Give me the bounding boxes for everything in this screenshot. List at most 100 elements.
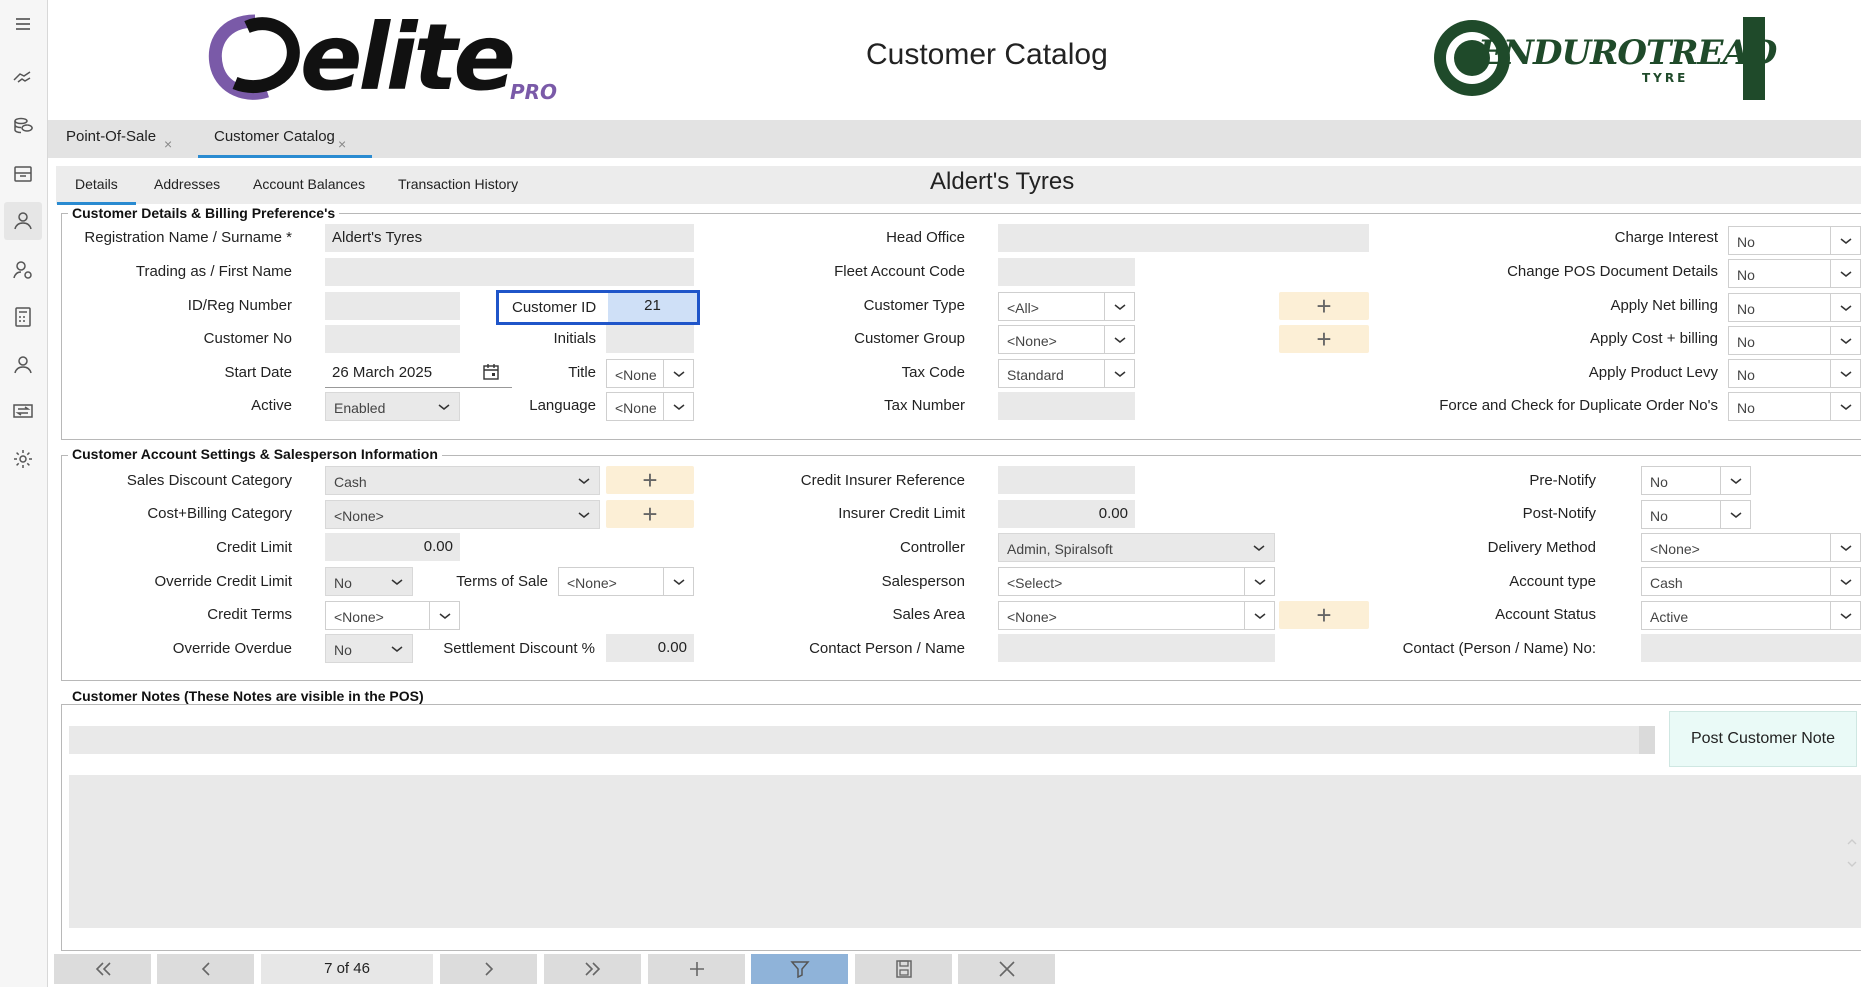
page-title: Customer Catalog — [866, 38, 1108, 71]
customer-group-select[interactable]: <None> — [998, 325, 1135, 354]
charge-interest-select[interactable]: No — [1728, 226, 1861, 255]
add-record-button[interactable] — [648, 954, 745, 984]
tab-customer-catalog[interactable]: Customer Catalog × — [198, 120, 372, 158]
filter-button[interactable] — [751, 954, 848, 984]
tab-point-of-sale[interactable]: Point-Of-Sale × — [48, 120, 194, 158]
tab-details[interactable]: Details — [57, 176, 136, 205]
settlement-discount-field[interactable]: 0.00 — [606, 634, 694, 662]
cancel-record-button[interactable] — [958, 954, 1055, 984]
start-date-picker[interactable]: 26 March 2025 — [325, 359, 512, 388]
note-input[interactable] — [69, 726, 1655, 754]
delivery-method-select[interactable]: <None> — [1641, 533, 1861, 562]
customer-icon[interactable] — [4, 202, 42, 240]
language-label: Language — [529, 397, 596, 414]
settings-gear-icon[interactable] — [10, 446, 36, 472]
user-search-icon[interactable] — [10, 257, 36, 283]
tax-code-select[interactable]: Standard — [998, 359, 1135, 388]
transfer-icon[interactable] — [10, 398, 36, 424]
cost-billing-select[interactable]: <None> — [325, 500, 600, 529]
elite-swirl-icon — [208, 14, 300, 100]
archive-icon[interactable] — [10, 161, 36, 187]
customer-id-field[interactable]: 21 — [608, 293, 697, 322]
override-credit-label: Override Credit Limit — [154, 573, 292, 590]
contact-person-field[interactable] — [998, 634, 1275, 662]
trading-as-field[interactable] — [325, 258, 694, 286]
tab-addresses[interactable]: Addresses — [154, 176, 220, 192]
elite-pro-logo: elite PRO — [205, 8, 565, 108]
handshake-icon[interactable] — [10, 64, 36, 90]
endurotread-wordmark: ENDUROTREAD — [1478, 33, 1777, 73]
controller-select[interactable]: Admin, Spiralsoft — [998, 533, 1275, 562]
person-icon[interactable] — [10, 352, 36, 378]
language-select[interactable]: <None — [606, 392, 694, 421]
previous-record-button[interactable] — [157, 954, 254, 984]
add-customer-group-button[interactable]: + — [1279, 324, 1369, 354]
menu-icon[interactable] — [10, 11, 36, 37]
apply-levy-select[interactable]: No — [1728, 359, 1861, 388]
tab-account-balances[interactable]: Account Balances — [253, 176, 365, 192]
fleet-code-field[interactable] — [998, 258, 1135, 286]
save-record-button[interactable] — [855, 954, 952, 984]
first-record-button[interactable] — [54, 954, 151, 984]
apply-levy-label: Apply Product Levy — [1588, 364, 1718, 381]
notes-list[interactable] — [69, 775, 1861, 928]
add-cost-billing-button[interactable]: + — [606, 499, 694, 529]
scroll-arrows-icon[interactable] — [1846, 836, 1858, 870]
force-check-select[interactable]: No — [1728, 392, 1861, 421]
sales-area-label: Sales Area — [892, 606, 965, 623]
tax-number-field[interactable] — [998, 392, 1135, 420]
calculator-icon[interactable] — [10, 304, 36, 330]
terms-of-sale-select[interactable]: <None> — [558, 567, 694, 596]
reg-name-label: Registration Name / Surname * — [84, 229, 292, 246]
pre-notify-select[interactable]: No — [1641, 466, 1751, 495]
close-icon[interactable]: × — [164, 136, 172, 152]
apply-net-select[interactable]: No — [1728, 293, 1861, 322]
chevron-down-icon — [1830, 534, 1860, 561]
apply-cost-select[interactable]: No — [1728, 326, 1861, 355]
customer-no-field[interactable] — [325, 325, 460, 353]
sales-discount-select[interactable]: Cash — [325, 466, 600, 495]
salesperson-select[interactable]: <Select> — [998, 567, 1275, 596]
override-credit-select[interactable]: No — [325, 567, 413, 596]
credit-limit-field[interactable]: 0.00 — [325, 533, 460, 561]
add-sales-discount-button[interactable]: + — [606, 465, 694, 495]
close-icon[interactable]: × — [338, 136, 346, 152]
double-chevron-right-icon — [584, 962, 600, 976]
sales-area-select[interactable]: <None> — [998, 601, 1275, 630]
terms-of-sale-value: <None> — [567, 575, 617, 591]
title-select[interactable]: <None — [606, 359, 694, 388]
contact-no-field[interactable] — [1641, 634, 1861, 662]
add-sales-area-button[interactable]: + — [1279, 600, 1369, 630]
elite-pro-mark: PRO — [510, 80, 558, 104]
override-credit-value: No — [334, 575, 352, 591]
customer-type-select[interactable]: <All> — [998, 292, 1135, 321]
left-nav-rail — [0, 0, 48, 987]
chevron-down-icon — [1830, 227, 1860, 254]
add-customer-type-button[interactable]: + — [1279, 291, 1369, 321]
last-record-button[interactable] — [544, 954, 641, 984]
change-pos-select[interactable]: No — [1728, 259, 1861, 288]
account-type-select[interactable]: Cash — [1641, 567, 1861, 596]
reg-name-field[interactable]: Aldert's Tyres — [325, 224, 694, 252]
initials-field[interactable] — [606, 325, 694, 353]
calendar-icon[interactable] — [482, 363, 500, 381]
controller-label: Controller — [899, 539, 965, 556]
charge-interest-label: Charge Interest — [1614, 229, 1718, 246]
post-customer-note-button[interactable]: Post Customer Note — [1669, 711, 1857, 767]
active-select[interactable]: Enabled — [325, 392, 460, 421]
head-office-field[interactable] — [998, 224, 1369, 252]
post-notify-select[interactable]: No — [1641, 500, 1751, 529]
tab-transaction-history[interactable]: Transaction History — [398, 176, 518, 192]
controller-value: Admin, Spiralsoft — [1007, 541, 1113, 557]
sales-area-value: <None> — [1007, 609, 1057, 625]
account-status-select[interactable]: Active — [1641, 601, 1861, 630]
next-record-button[interactable] — [440, 954, 537, 984]
insurer-limit-field[interactable]: 0.00 — [998, 500, 1135, 528]
coins-icon[interactable] — [10, 113, 36, 139]
credit-terms-select[interactable]: <None> — [325, 601, 460, 630]
chevron-left-icon — [201, 962, 210, 976]
post-notify-label: Post-Notify — [1522, 505, 1596, 522]
id-reg-field[interactable] — [325, 292, 460, 320]
insurer-ref-field[interactable] — [998, 466, 1135, 494]
override-overdue-select[interactable]: No — [325, 634, 413, 663]
